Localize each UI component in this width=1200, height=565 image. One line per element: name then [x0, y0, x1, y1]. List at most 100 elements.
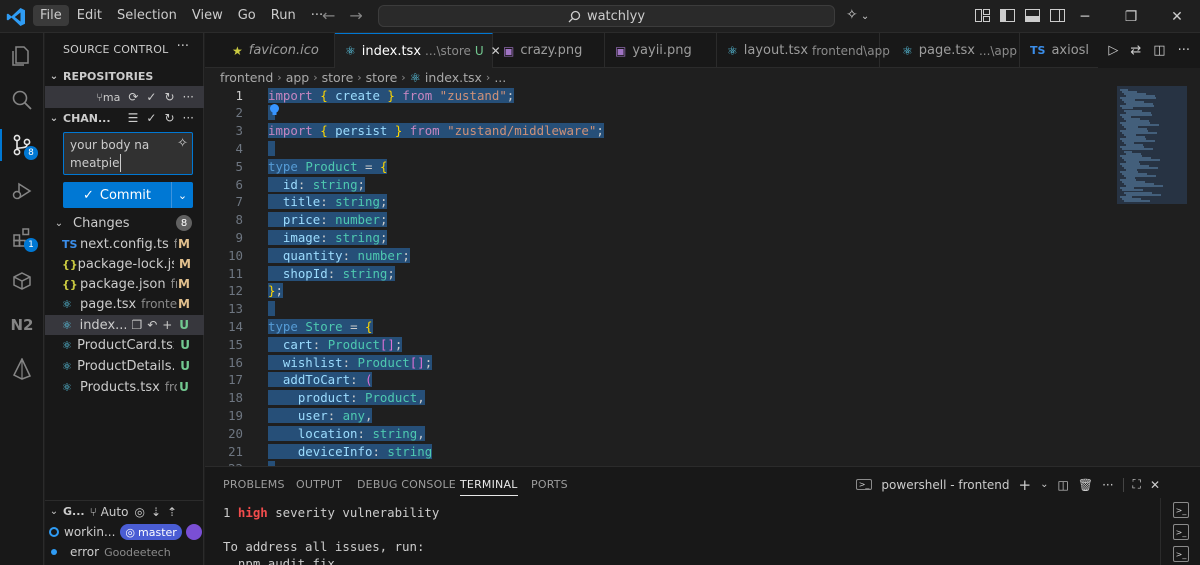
- menu-view[interactable]: View: [185, 5, 230, 26]
- commit-dropdown-chevron-icon[interactable]: ⌄: [171, 182, 193, 208]
- pull-icon[interactable]: ⇡: [167, 505, 177, 519]
- stage-changes-icon[interactable]: +: [162, 318, 172, 332]
- remote-explorer-icon[interactable]: [0, 261, 44, 301]
- more-actions-icon[interactable]: ···: [177, 39, 189, 54]
- back-arrow-icon[interactable]: ←: [322, 6, 335, 25]
- terminal-session-icon[interactable]: >_: [1173, 524, 1189, 540]
- restore-icon[interactable]: ❐: [1108, 0, 1154, 33]
- code-line[interactable]: 19 user: any,: [205, 406, 1115, 424]
- tab-index-tsx[interactable]: ⚛ index.tsx ...\store U ✕: [335, 33, 501, 68]
- source-control-icon[interactable]: 8: [0, 125, 44, 165]
- tab-terminal[interactable]: TERMINAL: [460, 467, 518, 502]
- extensions-icon[interactable]: 1: [0, 217, 44, 257]
- graph-section[interactable]: ⌄ G... ⑂ Auto ◎ ⇣ ⇡: [45, 500, 204, 522]
- changed-file-row[interactable]: TS next.config.ts fr... M: [45, 234, 204, 254]
- commit-main-action[interactable]: ✓ Commit: [63, 188, 171, 203]
- breadcrumb-item[interactable]: frontend: [220, 70, 273, 85]
- tab-problems[interactable]: PROBLEMS: [223, 467, 285, 502]
- code-line[interactable]: 4: [205, 139, 1115, 157]
- breadcrumb-item[interactable]: index.tsx: [425, 70, 482, 85]
- commit-button[interactable]: ✓ Commit ⌄: [63, 182, 193, 208]
- code-line[interactable]: 13: [205, 300, 1115, 318]
- code-line[interactable]: 11 shopId: string;: [205, 264, 1115, 282]
- changed-file-row[interactable]: ⚛ page.tsx fronte... M: [45, 294, 204, 314]
- tab-yayii-png[interactable]: ▣ yayii.png: [605, 33, 717, 68]
- code-line[interactable]: 14 type Store = {: [205, 317, 1115, 335]
- editor-scrollbar[interactable]: [1187, 86, 1200, 466]
- discard-changes-icon[interactable]: ↶: [147, 318, 157, 332]
- minimize-icon[interactable]: ─: [1062, 0, 1108, 33]
- commit-check-icon[interactable]: ✓: [146, 90, 156, 104]
- tab-crazy-png[interactable]: ▣ crazy.png: [493, 33, 605, 68]
- prisma-icon[interactable]: [0, 349, 44, 389]
- explorer-icon[interactable]: [0, 36, 44, 76]
- close-icon[interactable]: ✕: [1154, 0, 1200, 33]
- sparkle-icon[interactable]: ✧: [177, 135, 188, 153]
- more-icon[interactable]: ···: [183, 90, 194, 104]
- repository-row[interactable]: ⑂ma ⟳ ✓ ↻ ···: [45, 86, 204, 108]
- code-line[interactable]: 10 quantity: number;: [205, 246, 1115, 264]
- tab-axios[interactable]: TS axiosl: [1020, 33, 1100, 68]
- close-panel-icon[interactable]: ✕: [1150, 478, 1160, 492]
- code-line[interactable]: 16 wishlist: Product[];: [205, 353, 1115, 371]
- customize-layout-icon[interactable]: [974, 6, 991, 24]
- terminal-session-icon[interactable]: >_: [1173, 546, 1189, 562]
- changed-file-row[interactable]: {} package-lock.js... M: [45, 254, 204, 274]
- sync-icon[interactable]: ⟳: [128, 90, 138, 104]
- search-view-icon[interactable]: [0, 80, 44, 120]
- commit-check-icon[interactable]: ✓: [146, 111, 156, 125]
- code-line[interactable]: 17 addToCart: (: [205, 371, 1115, 389]
- split-editor-icon[interactable]: ◫: [1153, 43, 1165, 58]
- tab-debug-console[interactable]: DEBUG CONSOLE: [357, 467, 456, 502]
- more-icon[interactable]: ···: [1178, 43, 1190, 58]
- changes-group[interactable]: ⌄ Changes 8: [45, 212, 204, 234]
- refresh-icon[interactable]: ↻: [164, 111, 174, 125]
- code-editor[interactable]: 1 import { create } from "zustand"; 2 3 imp…: [205, 86, 1200, 466]
- trash-icon[interactable]: 🗑: [1078, 478, 1093, 492]
- menu-selection[interactable]: Selection: [110, 5, 184, 26]
- terminal-output[interactable]: 1 high severity vulnerability To address…: [223, 504, 439, 565]
- command-center-search[interactable]: watchlyy: [378, 5, 835, 27]
- tab-output[interactable]: OUTPUT: [296, 467, 342, 502]
- tab-page-tsx[interactable]: ⚛ page.tsx ...\app: [880, 33, 1020, 68]
- open-file-icon[interactable]: ❐: [131, 318, 142, 332]
- repositories-section[interactable]: ⌄ REPOSITORIES: [45, 66, 204, 86]
- menu-go[interactable]: Go: [231, 5, 263, 26]
- breadcrumb-item[interactable]: app: [286, 70, 310, 85]
- tab-favicon[interactable]: ★ favicon.ico: [205, 33, 335, 68]
- code-line[interactable]: 12};: [205, 282, 1115, 300]
- view-as-tree-icon[interactable]: ☰: [128, 111, 139, 125]
- minimap[interactable]: [1117, 86, 1187, 204]
- graph-row[interactable]: workin... ◎ master: [45, 522, 204, 542]
- code-line[interactable]: 3 import { persist } from "zustand/middle…: [205, 122, 1115, 140]
- n2-extension-icon[interactable]: N2: [0, 305, 44, 345]
- graph-row[interactable]: error Goodeetech: [45, 542, 204, 562]
- terminal-session-icon[interactable]: >_: [1173, 502, 1189, 518]
- more-icon[interactable]: ···: [183, 111, 194, 125]
- menu-run[interactable]: Run: [264, 5, 303, 26]
- code-line[interactable]: 7 title: string;: [205, 193, 1115, 211]
- code-line[interactable]: 9 image: string;: [205, 228, 1115, 246]
- run-icon[interactable]: ▷: [1108, 43, 1118, 58]
- maximize-panel-icon[interactable]: ⛶: [1133, 477, 1141, 492]
- code-line[interactable]: 21 deviceInfo: string: [205, 442, 1115, 460]
- code-line[interactable]: 5 type Product = {: [205, 157, 1115, 175]
- run-debug-icon[interactable]: [0, 171, 44, 211]
- new-terminal-icon[interactable]: +: [1019, 476, 1032, 494]
- toggle-panel-icon[interactable]: [1024, 6, 1041, 24]
- tab-ports[interactable]: PORTS: [531, 467, 568, 502]
- breadcrumb-item[interactable]: ...: [494, 70, 506, 85]
- graph-auto[interactable]: ⑂ Auto: [90, 505, 129, 519]
- code-line[interactable]: 6 id: string;: [205, 175, 1115, 193]
- commit-message-input[interactable]: your body na meatpie ✧: [63, 132, 193, 175]
- breadcrumb-item[interactable]: store: [322, 70, 354, 85]
- lightbulb-icon[interactable]: [268, 103, 281, 116]
- changed-file-row[interactable]: {} package.json fr... M: [45, 274, 204, 294]
- chevron-down-icon[interactable]: ⌄: [1040, 479, 1048, 490]
- code-line[interactable]: 2: [205, 104, 1115, 122]
- code-line[interactable]: 18 product: Product,: [205, 389, 1115, 407]
- code-line[interactable]: 15 cart: Product[];: [205, 335, 1115, 353]
- code-line[interactable]: 1 import { create } from "zustand";: [205, 86, 1115, 104]
- fetch-icon[interactable]: ⇣: [151, 505, 161, 519]
- copilot-menu[interactable]: ✧ ⌄: [846, 7, 869, 23]
